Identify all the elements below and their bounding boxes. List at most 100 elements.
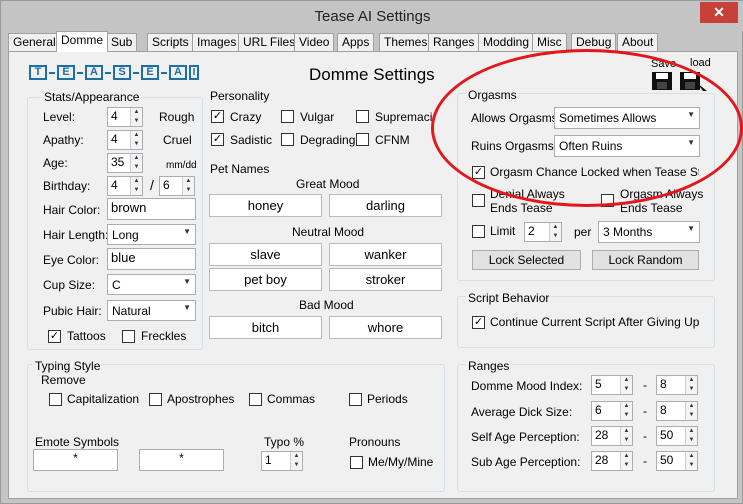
continue-script-label: Continue Current Script After Giving Up bbox=[490, 315, 700, 329]
tab-sub[interactable]: Sub bbox=[106, 33, 138, 51]
range-dash: - bbox=[643, 454, 647, 468]
typo-stepper[interactable]: 1 ▲ ▼ bbox=[261, 451, 303, 471]
neutral-petname-3[interactable]: pet boy bbox=[209, 268, 322, 291]
tab-themes[interactable]: Themes bbox=[379, 33, 433, 51]
pronouns-checkbox[interactable] bbox=[350, 456, 363, 469]
typo-stepper-arrows[interactable]: ▲ ▼ bbox=[290, 452, 302, 470]
great-petname-2[interactable]: darling bbox=[329, 194, 442, 217]
emote-left-field[interactable]: * bbox=[33, 449, 118, 471]
self-age-max-stepper[interactable]: 50 ▲ ▼ bbox=[656, 426, 698, 446]
tab-apps[interactable]: Apps bbox=[337, 33, 375, 51]
sub-age-min-stepper[interactable]: 28 ▲ ▼ bbox=[591, 451, 633, 471]
sub-age-label: Sub Age Perception: bbox=[471, 455, 581, 469]
sub-age-max-stepper[interactable]: 50 ▲ ▼ bbox=[656, 451, 698, 471]
level-label: Level: bbox=[43, 110, 76, 124]
hair-color-label: Hair Color: bbox=[43, 203, 101, 217]
per-period-select[interactable]: 3 Months ▼ bbox=[598, 221, 700, 243]
crazy-label: Crazy bbox=[230, 110, 262, 124]
freckles-checkbox[interactable] bbox=[122, 330, 135, 343]
close-button[interactable]: ✕ bbox=[700, 2, 738, 23]
dick-size-min-stepper[interactable]: 6 ▲ ▼ bbox=[591, 401, 633, 421]
cup-size-select[interactable]: C ▼ bbox=[107, 274, 196, 295]
domme-mood-label: Domme Mood Index: bbox=[471, 379, 583, 393]
domme-mood-min-arrows[interactable]: ▲ ▼ bbox=[620, 376, 632, 394]
apathy-stepper-arrows[interactable]: ▲ ▼ bbox=[130, 131, 142, 149]
birthday-month-arrows[interactable]: ▲ ▼ bbox=[130, 177, 142, 195]
stats-appearance-label: Stats/Appearance bbox=[42, 90, 142, 104]
typing-style-label: Typing Style bbox=[33, 359, 103, 373]
capitalization-checkbox[interactable] bbox=[49, 393, 62, 406]
chevron-down-icon: ▼ bbox=[183, 227, 191, 236]
title-bar: Tease AI Settings ✕ bbox=[1, 1, 743, 31]
dick-size-min-arrows[interactable]: ▲ ▼ bbox=[620, 402, 632, 420]
sadistic-label: Sadistic bbox=[230, 133, 273, 147]
tab-images[interactable]: Images bbox=[192, 33, 242, 51]
limit-checkbox[interactable] bbox=[472, 225, 485, 238]
dick-size-max-arrows[interactable]: ▲ ▼ bbox=[685, 402, 697, 420]
birthday-day-arrows[interactable]: ▲ ▼ bbox=[182, 177, 194, 195]
age-label: Age: bbox=[43, 156, 68, 170]
level-stepper[interactable]: 4 ▲ ▼ bbox=[107, 107, 143, 127]
commas-checkbox[interactable] bbox=[249, 393, 262, 406]
crazy-checkbox[interactable]: ✓ bbox=[211, 110, 224, 123]
eye-color-field[interactable]: blue bbox=[107, 248, 196, 270]
vulgar-checkbox[interactable] bbox=[281, 110, 294, 123]
periods-checkbox[interactable] bbox=[349, 393, 362, 406]
tab-misc[interactable]: Misc bbox=[532, 33, 567, 51]
apathy-label: Apathy: bbox=[43, 133, 84, 147]
apostrophes-checkbox[interactable] bbox=[149, 393, 162, 406]
birthday-day-stepper[interactable]: 6 ▲ ▼ bbox=[159, 176, 195, 196]
domme-mood-max-stepper[interactable]: 8 ▲ ▼ bbox=[656, 375, 698, 395]
limit-stepper-arrows[interactable]: ▲ ▼ bbox=[549, 223, 561, 241]
range-dash: - bbox=[643, 378, 647, 392]
bad-petname-2[interactable]: whore bbox=[329, 316, 442, 339]
continue-script-checkbox[interactable]: ✓ bbox=[472, 316, 485, 329]
denial-always-checkbox[interactable] bbox=[472, 194, 485, 207]
neutral-petname-1[interactable]: slave bbox=[209, 243, 322, 266]
limit-stepper[interactable]: 2 ▲ ▼ bbox=[524, 222, 562, 242]
age-stepper[interactable]: 35 ▲ ▼ bbox=[107, 153, 143, 173]
apathy-stepper[interactable]: 4 ▲ ▼ bbox=[107, 130, 143, 150]
birthday-month-stepper[interactable]: 4 ▲ ▼ bbox=[107, 176, 143, 196]
supremacist-checkbox[interactable] bbox=[356, 110, 369, 123]
neutral-petname-2[interactable]: wanker bbox=[329, 243, 442, 266]
age-stepper-arrows[interactable]: ▲ ▼ bbox=[130, 154, 142, 172]
settings-window: Tease AI Settings ✕ General Domme Sub Sc… bbox=[0, 0, 743, 504]
degrading-checkbox[interactable] bbox=[281, 133, 294, 146]
remove-label: Remove bbox=[41, 373, 86, 387]
birthday-label: Birthday: bbox=[43, 179, 91, 193]
tab-ranges[interactable]: Ranges bbox=[428, 33, 480, 51]
sub-age-max-arrows[interactable]: ▲ ▼ bbox=[685, 452, 697, 470]
pubic-hair-select[interactable]: Natural ▼ bbox=[107, 300, 196, 321]
tab-modding[interactable]: Modding bbox=[478, 33, 535, 51]
annotation-oval bbox=[431, 49, 743, 207]
level-stepper-arrows[interactable]: ▲ ▼ bbox=[130, 108, 142, 126]
self-age-min-stepper[interactable]: 28 ▲ ▼ bbox=[591, 426, 633, 446]
tab-domme[interactable]: Domme bbox=[56, 31, 109, 52]
dick-size-max-stepper[interactable]: 8 ▲ ▼ bbox=[656, 401, 698, 421]
tab-general[interactable]: General bbox=[8, 33, 61, 51]
lock-selected-button[interactable]: Lock Selected bbox=[472, 250, 581, 270]
cfnm-checkbox[interactable] bbox=[356, 133, 369, 146]
birthday-slash: / bbox=[150, 177, 154, 193]
bad-petname-1[interactable]: bitch bbox=[209, 316, 322, 339]
periods-label: Periods bbox=[367, 392, 408, 406]
tab-url-files[interactable]: URL Files bbox=[238, 33, 301, 51]
domme-mood-min-stepper[interactable]: 5 ▲ ▼ bbox=[591, 375, 633, 395]
sadistic-checkbox[interactable]: ✓ bbox=[211, 133, 224, 146]
neutral-petname-4[interactable]: stroker bbox=[329, 268, 442, 291]
emote-right-field[interactable]: * bbox=[139, 449, 224, 471]
hair-length-select[interactable]: Long ▼ bbox=[107, 224, 196, 245]
supremacist-label: Supremacist bbox=[375, 110, 434, 124]
hair-color-field[interactable]: brown bbox=[107, 198, 196, 220]
tab-video[interactable]: Video bbox=[294, 33, 335, 51]
domme-mood-max-arrows[interactable]: ▲ ▼ bbox=[685, 376, 697, 394]
tab-scripts[interactable]: Scripts bbox=[147, 33, 194, 51]
self-age-max-arrows[interactable]: ▲ ▼ bbox=[685, 427, 697, 445]
self-age-min-arrows[interactable]: ▲ ▼ bbox=[620, 427, 632, 445]
sub-age-min-arrows[interactable]: ▲ ▼ bbox=[620, 452, 632, 470]
tab-about[interactable]: About bbox=[617, 33, 659, 51]
lock-random-button[interactable]: Lock Random bbox=[592, 250, 699, 270]
tattoos-checkbox[interactable]: ✓ bbox=[48, 330, 61, 343]
great-petname-1[interactable]: honey bbox=[209, 194, 322, 217]
